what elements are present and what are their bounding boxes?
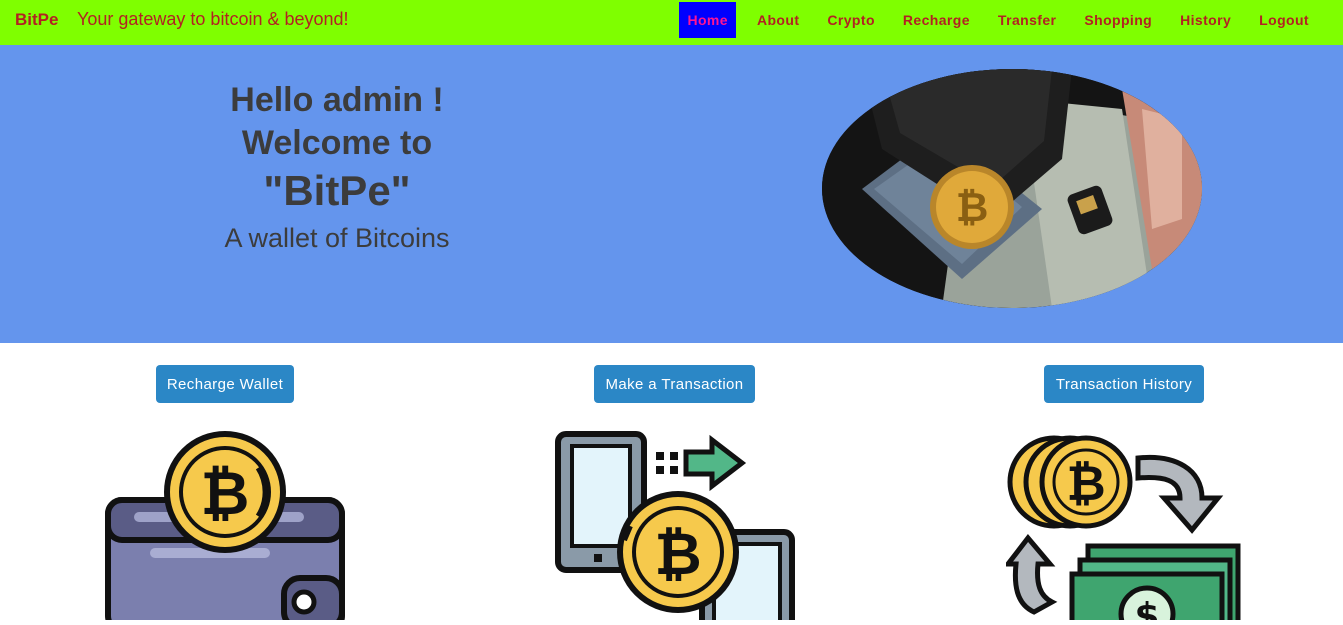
svg-text:₿: ₿ — [654, 520, 701, 588]
nav-shopping[interactable]: Shopping — [1070, 2, 1166, 38]
hero-greeting: Hello admin ! Welcome to "BitPe" — [137, 79, 537, 217]
svg-text:$: $ — [1134, 596, 1159, 620]
svg-text:₿: ₿ — [1066, 456, 1105, 512]
nav-history[interactable]: History — [1166, 2, 1245, 38]
hero-brand-line: "BitPe" — [263, 167, 411, 214]
bitcoin-exchange-cash-icon: ₿ $ — [1002, 434, 1242, 625]
brand-logo[interactable]: BitPe — [15, 10, 58, 30]
svg-text:₿: ₿ — [201, 459, 250, 529]
nav-about[interactable]: About — [743, 2, 813, 38]
nav-links: Home About Crypto Recharge Transfer Shop… — [679, 2, 1323, 38]
recharge-wallet-button[interactable]: Recharge Wallet — [156, 365, 294, 403]
hero-subtitle: A wallet of Bitcoins — [224, 223, 450, 253]
nav-crypto[interactable]: Crypto — [813, 2, 889, 38]
navbar: BitPe Your gateway to bitcoin & beyond! … — [0, 0, 1343, 45]
wallet-bitcoin-icon: ₿ — [104, 428, 346, 625]
tagline: Your gateway to bitcoin & beyond! — [77, 9, 349, 29]
make-transaction-button[interactable]: Make a Transaction — [594, 365, 755, 403]
nav-recharge[interactable]: Recharge — [889, 2, 984, 38]
wallet-bitcoin-photo: ₿ — [822, 69, 1202, 308]
svg-text:₿: ₿ — [956, 185, 989, 231]
nav-home[interactable]: Home — [679, 2, 736, 38]
transaction-history-button[interactable]: Transaction History — [1044, 365, 1204, 403]
hero-welcome-line: Welcome to — [241, 124, 433, 162]
hero-greeting-line: Hello admin ! — [230, 81, 444, 119]
nav-transfer[interactable]: Transfer — [984, 2, 1070, 38]
nav-logout[interactable]: Logout — [1245, 2, 1323, 38]
phone-transfer-bitcoin-icon: ₿ — [552, 430, 796, 625]
hero-banner: Hello admin ! Welcome to "BitPe" A walle… — [0, 45, 1343, 343]
